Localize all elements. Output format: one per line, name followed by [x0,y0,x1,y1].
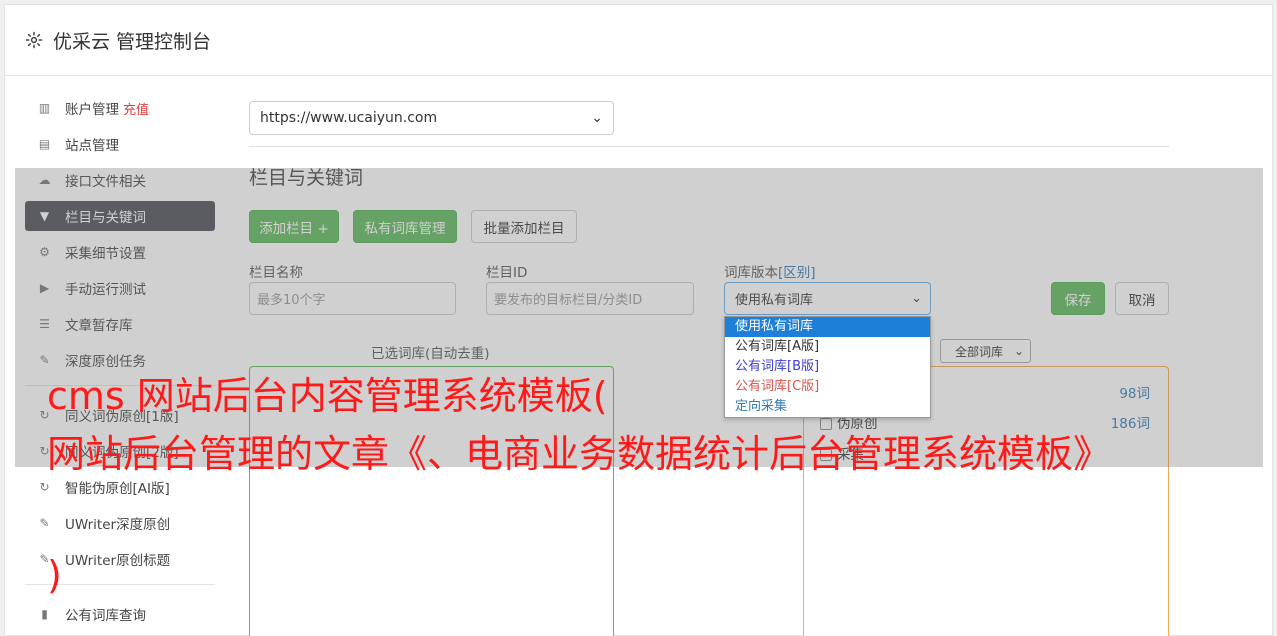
sidebar-item-label: 采集细节设置 [65,246,146,262]
play-circle-icon: ▶ [39,281,50,295]
column-id-label: 栏目ID [486,265,528,281]
watermark-line-3: ) [47,553,62,597]
watermark-line-2: 网站后台管理的文章《、电商业务数据统计后台管理系统模板》 [47,432,1112,476]
site-select[interactable]: https://www.ucaiyun.com ⌄ [249,101,614,135]
page-title: 优采云 管理控制台 [53,30,212,53]
version-label: 词库版本[区别] [724,261,816,281]
sidebar-item-label: 账户管理 [65,102,119,118]
dropdown-option-public-c[interactable]: 公有词库[C版] [725,377,930,397]
server-icon: ▤ [38,137,51,151]
sidebar-item-interface[interactable]: ☁ 接口文件相关 [25,165,215,195]
lib-filter-select[interactable]: 全部词库 ⌄ [940,339,1031,363]
column-name-input[interactable]: 最多10个字 [249,282,456,315]
sidebar-item-label: UWriter深度原创 [65,517,171,533]
refresh-icon: ↻ [39,480,50,494]
sidebar-item-label: 栏目与关键词 [65,210,146,226]
selected-libs-label: 已选词库(自动去重) [371,346,490,362]
sidebar-item-label: 智能伪原创[AI版] [65,481,170,497]
watermark-line-1: cms 网站后台内容管理系统模板( [47,374,608,418]
sidebar-item-columns[interactable]: ▼ 栏目与关键词 [25,201,215,231]
sidebar-item-label: 站点管理 [65,138,119,154]
private-lib-button[interactable]: 私有词库管理 [353,210,457,243]
sidebar-item-public-lib[interactable]: ▮ 公有词库查询 [25,599,215,629]
sidebar-item-label: 深度原创任务 [65,354,146,370]
section-title: 栏目与关键词 [249,167,364,189]
edit-icon: ✎ [39,353,50,367]
sidebar-item-label: UWriter原创标题 [65,553,171,569]
chevron-down-icon: ⌄ [1013,344,1024,358]
filter-icon: ▼ [39,209,50,223]
save-button[interactable]: 保存 [1051,282,1105,315]
sidebar-item-uwriter-deep[interactable]: ✎ UWriter深度原创 [25,508,215,538]
add-column-button[interactable]: 添加栏目 + [249,210,339,243]
app-window: 优采云 管理控制台 ▥ 账户管理 充值 ▤ 站点管理 ☁ 接口文件相关 ▼ 栏目与关键词 … [4,4,1273,636]
dropdown-option-public-b[interactable]: 公有词库[B版] [725,357,930,377]
chevron-down-icon: ⌄ [591,110,603,126]
dropdown-option-public-a[interactable]: 公有词库[A版] [725,337,930,357]
dropdown-option-private[interactable]: 使用私有词库 [725,317,930,337]
version-select[interactable]: 使用私有词库 ⌄ [724,282,931,315]
recharge-link[interactable]: 充值 [123,99,149,118]
cloud-upload-icon: ☁ [38,173,51,187]
version-dropdown: 使用私有词库 公有词库[A版] 公有词库[B版] 公有词库[C版] 定向采集 [724,316,931,418]
sidebar-item-label: 文章暂存库 [65,318,133,334]
batch-add-button[interactable]: 批量添加栏目 [471,210,577,243]
sidebar-item-collect-settings[interactable]: ⚙ 采集细节设置 [25,237,215,267]
column-name-label: 栏目名称 [249,265,303,281]
sidebar-item-account[interactable]: ▥ 账户管理 充值 [25,93,215,123]
divider [249,146,1169,147]
bar-chart-icon: ▥ [38,101,51,115]
edit-icon: ✎ [39,516,50,530]
lib-filter-value: 全部词库 [955,344,1004,359]
database-icon: ☰ [39,317,50,331]
sidebar-item-label: 手动运行测试 [65,282,146,298]
chevron-down-icon: ⌄ [911,291,922,306]
sidebar-item-article-store[interactable]: ☰ 文章暂存库 [25,309,215,339]
lib-count: 98词 [1119,386,1150,402]
sidebar-item-deep-original[interactable]: ✎ 深度原创任务 [25,345,215,375]
dropdown-option-directed[interactable]: 定向采集 [725,397,930,417]
book-icon: ▮ [41,607,48,621]
site-select-value: https://www.ucaiyun.com [260,110,438,126]
sidebar-item-manual-run[interactable]: ▶ 手动运行测试 [25,273,215,303]
cogs-icon: ⚙ [39,245,50,259]
cancel-button[interactable]: 取消 [1115,282,1169,315]
top-bar: 优采云 管理控制台 [5,5,1272,76]
difference-link[interactable]: [区别] [778,265,816,281]
column-id-input[interactable]: 要发布的目标栏目/分类ID [486,282,694,315]
gear-icon [25,31,43,49]
checkbox[interactable] [820,418,832,430]
version-select-value: 使用私有词库 [735,293,814,308]
sidebar-item-label: 接口文件相关 [65,174,146,190]
sidebar-item-sites[interactable]: ▤ 站点管理 [25,129,215,159]
lib-name: 伪原创 [837,416,878,432]
lib-count: 186词 [1110,416,1150,432]
sidebar-item-label: 公有词库查询 [65,608,146,624]
version-label-text: 词库版本 [724,265,778,281]
